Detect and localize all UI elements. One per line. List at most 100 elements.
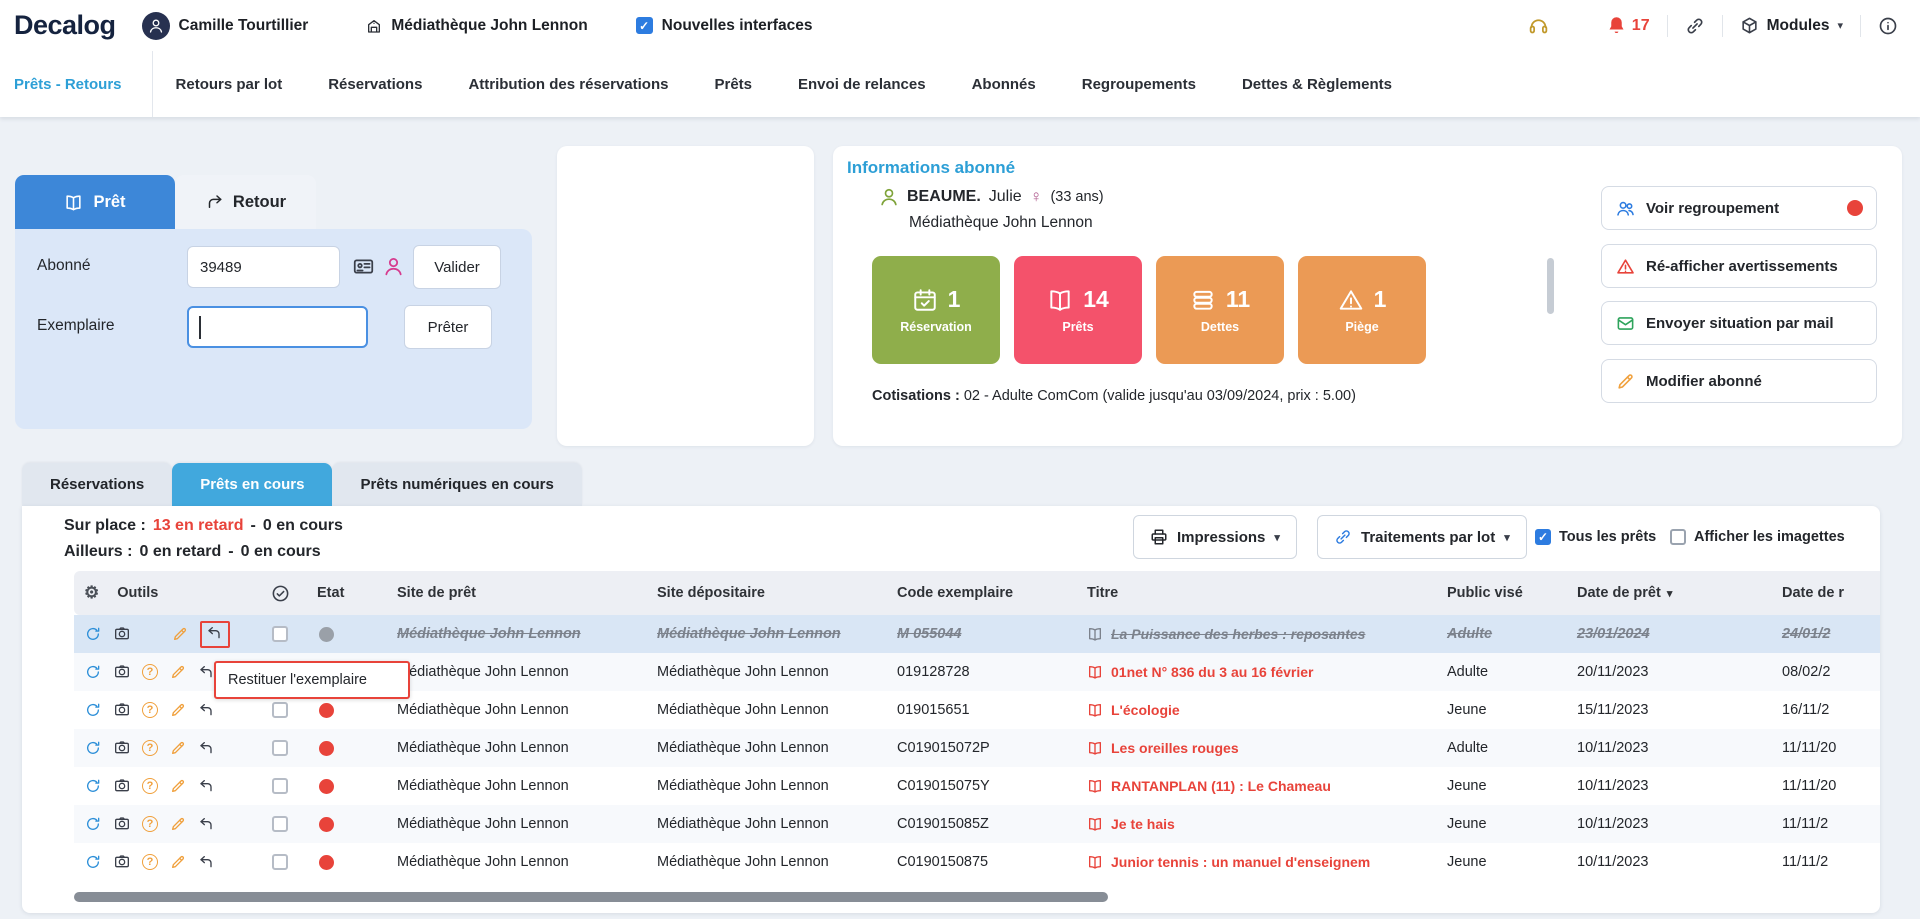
- help-icon[interactable]: ?: [142, 778, 158, 794]
- title-link[interactable]: L'écologie: [1111, 702, 1180, 718]
- camera-icon[interactable]: [113, 701, 131, 719]
- table-row[interactable]: Médiathèque John Lennon Médiathèque John…: [74, 615, 1880, 653]
- tous-les-prets-toggle[interactable]: ✓ Tous les prêts: [1535, 529, 1656, 545]
- library-block[interactable]: Médiathèque John Lennon: [366, 17, 587, 35]
- camera-icon[interactable]: [113, 853, 131, 871]
- edit-icon[interactable]: [169, 815, 187, 833]
- title-link[interactable]: RANTANPLAN (11) : Le Chameau: [1111, 778, 1331, 794]
- tab-pret[interactable]: Prêt: [15, 175, 175, 229]
- info-icon[interactable]: [1878, 16, 1898, 36]
- tous-les-prets-checkbox[interactable]: ✓: [1535, 529, 1551, 545]
- afficher-imagettes-checkbox[interactable]: [1670, 529, 1686, 545]
- valider-button[interactable]: Valider: [413, 245, 501, 289]
- return-item-icon[interactable]: [198, 853, 216, 871]
- edit-icon[interactable]: [169, 663, 187, 681]
- row-checkbox[interactable]: [272, 626, 288, 642]
- new-interfaces-checkbox[interactable]: ✓: [636, 17, 653, 34]
- vertical-scrollbar[interactable]: [1547, 258, 1554, 314]
- renew-loan-icon[interactable]: [84, 853, 102, 871]
- nav-prets-retours[interactable]: Prêts - Retours: [14, 51, 153, 117]
- support-icon[interactable]: [1528, 15, 1549, 36]
- edit-icon[interactable]: [169, 739, 187, 757]
- user-block[interactable]: Camille Tourtillier: [142, 12, 309, 40]
- envoyer-situation-button[interactable]: Envoyer situation par mail: [1601, 301, 1877, 345]
- voir-regroupement-button[interactable]: Voir regroupement: [1601, 186, 1877, 230]
- row-checkbox[interactable]: [272, 702, 288, 718]
- header-public[interactable]: Public visé: [1435, 571, 1565, 615]
- return-item-icon[interactable]: [198, 777, 216, 795]
- renew-loan-icon[interactable]: [84, 625, 102, 643]
- help-icon[interactable]: ?: [142, 702, 158, 718]
- help-icon[interactable]: ?: [142, 854, 158, 870]
- help-icon[interactable]: ?: [142, 664, 158, 680]
- edit-icon[interactable]: [171, 625, 189, 643]
- title-link[interactable]: Je te hais: [1111, 816, 1175, 832]
- gear-icon[interactable]: ⚙: [84, 583, 99, 603]
- return-item-icon[interactable]: [198, 739, 216, 757]
- table-row[interactable]: ? Médiathèque John Lennon Médiathèque Jo…: [74, 729, 1880, 767]
- modules-menu[interactable]: Modules ▾: [1740, 16, 1843, 35]
- nav-dettes-reglements[interactable]: Dettes & Règlements: [1219, 51, 1415, 117]
- renew-loan-icon[interactable]: [84, 815, 102, 833]
- new-interfaces-toggle[interactable]: ✓ Nouvelles interfaces: [636, 17, 813, 35]
- nav-abonnes[interactable]: Abonnés: [949, 51, 1059, 117]
- link-icon[interactable]: [1685, 16, 1705, 36]
- afficher-imagettes-toggle[interactable]: Afficher les imagettes: [1670, 529, 1845, 545]
- nav-reservations[interactable]: Réservations: [305, 51, 445, 117]
- camera-icon[interactable]: [113, 625, 131, 643]
- tab-prets-en-cours[interactable]: Prêts en cours: [172, 463, 332, 506]
- header-site-depositaire[interactable]: Site dépositaire: [645, 571, 885, 615]
- nav-regroupements[interactable]: Regroupements: [1059, 51, 1219, 117]
- table-row[interactable]: ? Médiathèque John Lennon Médiathèque Jo…: [74, 805, 1880, 843]
- modifier-abonne-button[interactable]: Modifier abonné: [1601, 359, 1877, 403]
- subscriber-icon[interactable]: [383, 256, 404, 277]
- title-link[interactable]: Junior tennis : un manuel d'enseignem: [1111, 854, 1370, 870]
- preter-button[interactable]: Prêter: [404, 305, 492, 349]
- return-item-icon[interactable]: [206, 624, 224, 642]
- traitements-par-lot-button[interactable]: Traitements par lot ▾: [1317, 515, 1527, 559]
- table-row[interactable]: ? Médiathèque John Lennon Médiathèque Jo…: [74, 767, 1880, 805]
- camera-icon[interactable]: [113, 777, 131, 795]
- abonne-input[interactable]: [187, 246, 340, 288]
- row-checkbox[interactable]: [272, 778, 288, 794]
- help-icon[interactable]: ?: [142, 816, 158, 832]
- stat-piege[interactable]: 1 Piège: [1298, 256, 1426, 364]
- renew-loan-icon[interactable]: [84, 777, 102, 795]
- camera-icon[interactable]: [113, 739, 131, 757]
- header-site-pret[interactable]: Site de prêt: [385, 571, 645, 615]
- help-icon[interactable]: ?: [142, 740, 158, 756]
- stat-reservation[interactable]: 1 Réservation: [872, 256, 1000, 364]
- horizontal-scrollbar[interactable]: [74, 892, 1108, 902]
- table-row[interactable]: ? Médiathèque John Lennon Médiathèque Jo…: [74, 843, 1880, 881]
- row-checkbox[interactable]: [272, 854, 288, 870]
- title-link[interactable]: 01net N° 836 du 3 au 16 février: [1111, 664, 1313, 680]
- stat-dettes[interactable]: 11 Dettes: [1156, 256, 1284, 364]
- reafficher-avertissements-button[interactable]: Ré-afficher avertissements: [1601, 244, 1877, 288]
- decalog-logo[interactable]: Decalog: [14, 10, 116, 41]
- row-checkbox[interactable]: [272, 816, 288, 832]
- header-code[interactable]: Code exemplaire: [885, 571, 1075, 615]
- edit-icon[interactable]: [169, 701, 187, 719]
- return-item-icon[interactable]: [198, 815, 216, 833]
- nav-prets[interactable]: Prêts: [691, 51, 775, 117]
- edit-icon[interactable]: [169, 777, 187, 795]
- card-icon[interactable]: [353, 256, 374, 277]
- exemplaire-input[interactable]: [187, 306, 368, 348]
- camera-icon[interactable]: [113, 663, 131, 681]
- return-item-icon[interactable]: [198, 701, 216, 719]
- title-link[interactable]: Les oreilles rouges: [1111, 740, 1239, 756]
- nav-envoi-relances[interactable]: Envoi de relances: [775, 51, 949, 117]
- select-all-icon[interactable]: [271, 584, 290, 603]
- edit-icon[interactable]: [169, 853, 187, 871]
- renew-loan-icon[interactable]: [84, 701, 102, 719]
- tab-retour[interactable]: Retour: [175, 175, 316, 229]
- nav-attribution-reservations[interactable]: Attribution des réservations: [445, 51, 691, 117]
- title-link[interactable]: La Puissance des herbes : reposantes: [1111, 626, 1365, 642]
- camera-icon[interactable]: [113, 815, 131, 833]
- renew-loan-icon[interactable]: [84, 739, 102, 757]
- tab-prets-numeriques[interactable]: Prêts numériques en cours: [332, 463, 581, 506]
- header-date-retour[interactable]: Date de r: [1770, 571, 1880, 615]
- header-date-pret[interactable]: Date de prêt▾: [1565, 571, 1770, 615]
- tab-reservations[interactable]: Réservations: [22, 463, 172, 506]
- stat-prets[interactable]: 14 Prêts: [1014, 256, 1142, 364]
